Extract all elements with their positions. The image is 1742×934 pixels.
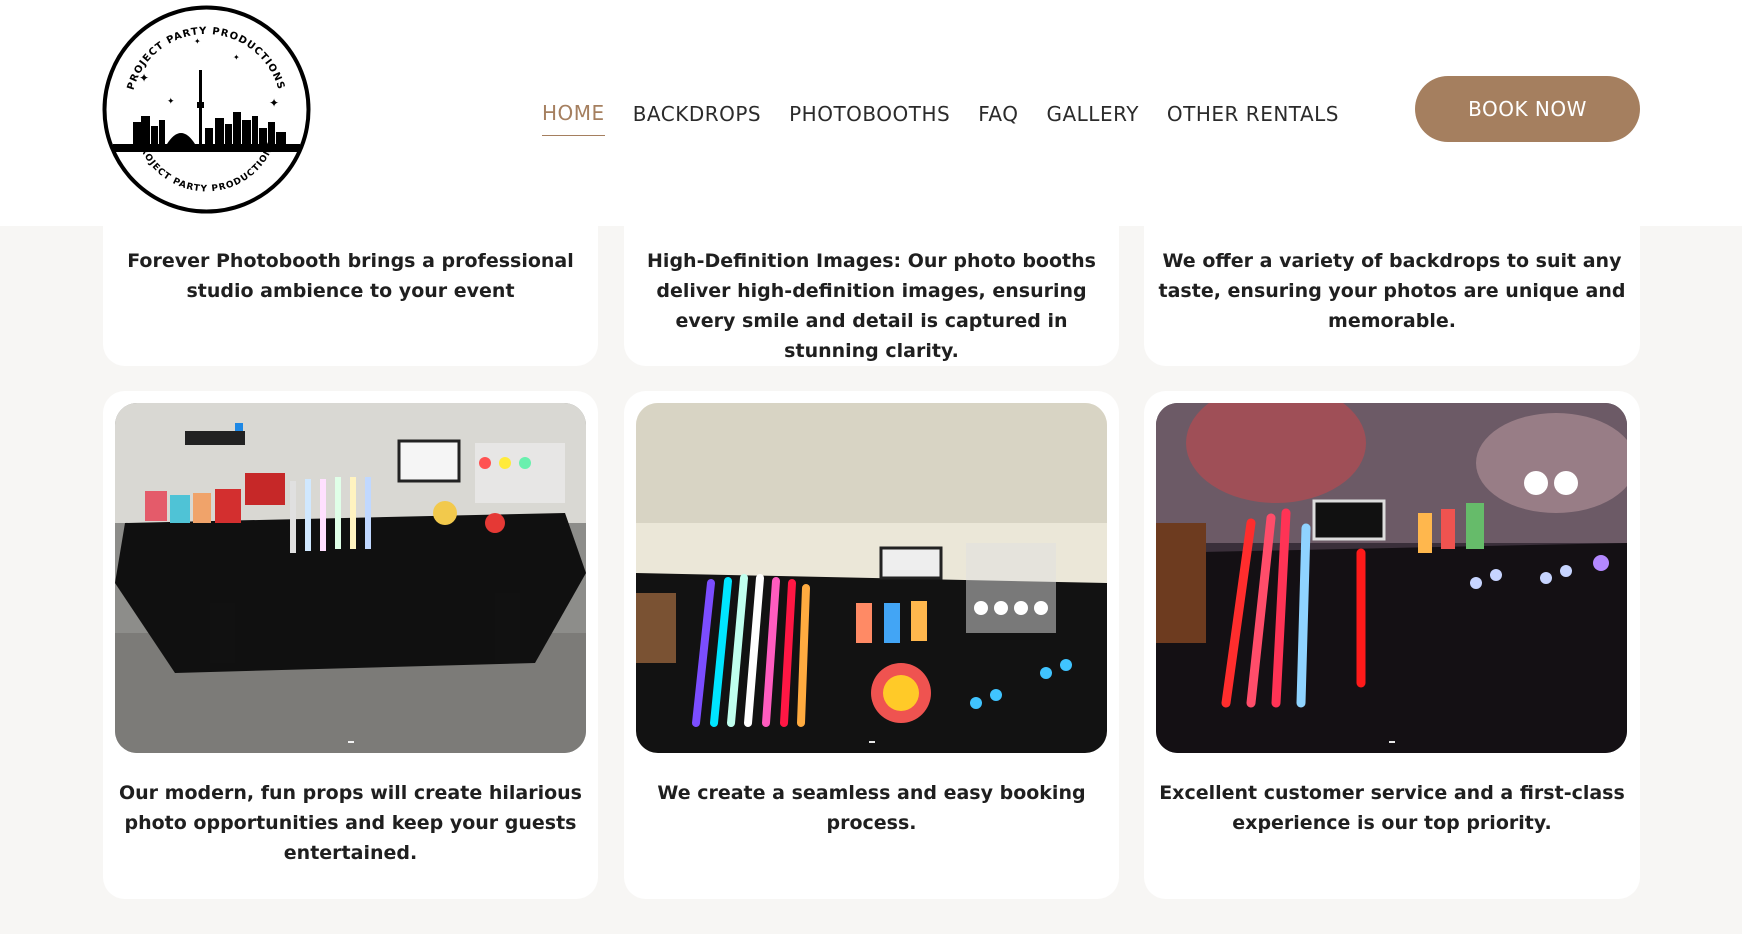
feature-card-props: Our modern, fun props will create hilari… — [103, 391, 598, 899]
book-now-button[interactable]: BOOK NOW — [1415, 76, 1640, 142]
site-header: PROJECT PARTY PRODUCTIONS PROJECT PARTY … — [0, 0, 1742, 226]
nav-backdrops[interactable]: BACKDROPS — [633, 102, 761, 136]
svg-text:✦: ✦ — [269, 96, 279, 110]
feature-card-text: High-Definition Images: Our photo booths… — [647, 250, 1096, 362]
svg-text:✦: ✦ — [167, 96, 175, 106]
svg-text:✦: ✦ — [233, 53, 240, 62]
feature-card-service: Excellent customer service and a first-c… — [1144, 391, 1640, 899]
svg-text:✦: ✦ — [194, 37, 201, 46]
feature-card-hd-images: High-Definition Images: Our photo booths… — [624, 226, 1119, 366]
nav-home[interactable]: HOME — [542, 101, 605, 136]
feature-card-text: Our modern, fun props will create hilari… — [119, 782, 582, 864]
nav-faq[interactable]: FAQ — [978, 102, 1018, 136]
props-table-outdoor-photo — [115, 403, 586, 753]
svg-text:✦: ✦ — [139, 71, 149, 85]
props-light-sabers-photo — [636, 403, 1107, 753]
feature-card-text: Forever Photobooth brings a professional… — [127, 250, 574, 302]
nav-photobooths[interactable]: PHOTOBOOTHS — [789, 102, 950, 136]
feature-card-text: We create a seamless and easy booking pr… — [657, 782, 1086, 834]
props-glowing-table-photo — [1156, 403, 1627, 753]
nav-other-rentals[interactable]: OTHER RENTALS — [1167, 102, 1339, 136]
feature-card-text: Excellent customer service and a first-c… — [1159, 782, 1625, 834]
feature-card-booking: We create a seamless and easy booking pr… — [624, 391, 1119, 899]
feature-card-studio: Forever Photobooth brings a professional… — [103, 226, 598, 366]
feature-card-text: We offer a variety of backdrops to suit … — [1158, 250, 1626, 332]
project-party-productions-logo[interactable]: PROJECT PARTY PRODUCTIONS PROJECT PARTY … — [101, 4, 312, 215]
nav-gallery[interactable]: GALLERY — [1046, 102, 1138, 136]
main-nav: HOME BACKDROPS PHOTOBOOTHS FAQ GALLERY O… — [542, 96, 1367, 136]
feature-card-backdrops: We offer a variety of backdrops to suit … — [1144, 226, 1640, 366]
